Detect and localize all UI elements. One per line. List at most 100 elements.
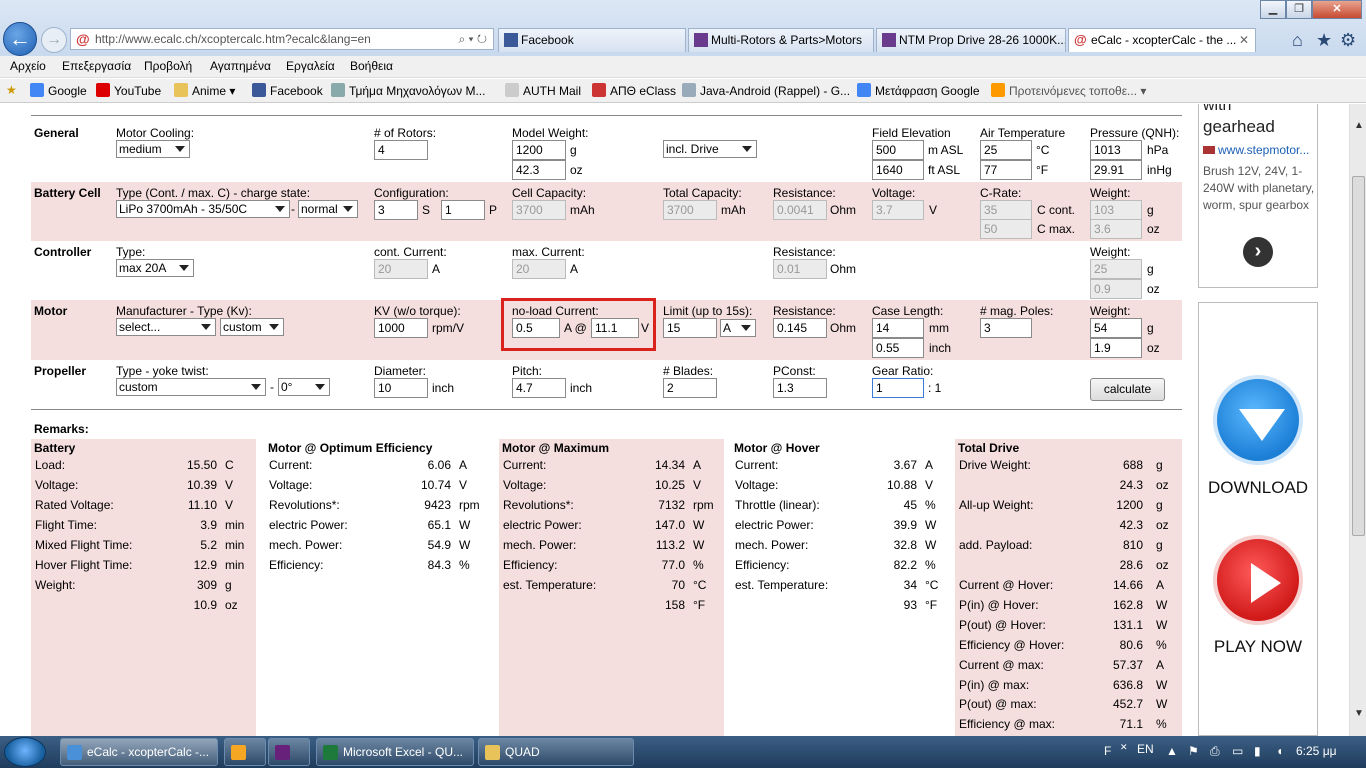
maximize-button[interactable]: ❐ [1286, 0, 1312, 19]
tab-facebook[interactable]: Facebook [498, 28, 686, 52]
model-weight-oz-input[interactable]: 42.3 [512, 160, 566, 180]
pitch-input[interactable]: 4.7 [512, 378, 566, 398]
network-flag-icon[interactable]: ⚑ [1188, 744, 1199, 758]
charge-state-select[interactable]: normal [298, 200, 358, 218]
case-length-inch-input[interactable]: 0.55 [872, 338, 924, 358]
menu-favorites[interactable]: Αγαπημένα [210, 59, 271, 73]
clock[interactable]: 6:25 μμ [1296, 744, 1337, 758]
tab-multirotors[interactable]: Multi-Rotors & Parts>Motors [688, 28, 874, 52]
pressure-inhg-input[interactable]: 29.91 [1090, 160, 1142, 180]
motor-weight-oz-input[interactable]: 1.9 [1090, 338, 1142, 358]
task-media[interactable] [224, 738, 266, 766]
scroll-up-icon[interactable]: ▲ [1354, 120, 1364, 131]
fav-meng[interactable]: Τμήμα Μηχανολόγων Μ... [331, 83, 485, 98]
yoke-twist-select[interactable]: 0° [278, 378, 330, 396]
play-circle-icon[interactable] [1213, 535, 1303, 625]
back-button[interactable]: ← [3, 22, 37, 56]
section-general: General [34, 126, 79, 140]
motor-resistance-input[interactable]: 0.145 [773, 318, 827, 338]
fav-suggested[interactable]: Προτεινόμενες τοποθε... ▾ [991, 83, 1146, 98]
close-tab-icon[interactable]: ✕ [1239, 29, 1249, 51]
menu-file[interactable]: Αρχείο [10, 59, 46, 73]
input-lang-f[interactable]: F [1104, 744, 1111, 758]
tab-ecalc[interactable]: @ eCalc - xcopterCalc - the ... ✕ [1068, 28, 1256, 52]
task-quad-folder[interactable]: QUAD [478, 738, 634, 766]
minimize-button[interactable]: ▁ [1260, 0, 1286, 19]
download-circle-icon[interactable] [1213, 375, 1303, 465]
download-label[interactable]: DOWNLOAD [1199, 478, 1317, 498]
blades-input[interactable]: 2 [663, 378, 717, 398]
task-excel[interactable]: Microsoft Excel - QU... [316, 738, 474, 766]
weight-mode-select[interactable]: incl. Drive [663, 140, 757, 158]
motor-type-select[interactable]: custom [220, 318, 284, 336]
start-button[interactable] [4, 737, 46, 767]
result-row: 93 °F [735, 598, 953, 614]
favorites-star-icon[interactable]: ★ [1316, 30, 1332, 51]
monitor-icon[interactable]: ▭ [1232, 744, 1243, 758]
fav-authmail[interactable]: AUTH Mail [505, 83, 581, 98]
tools-gear-icon[interactable]: ⚙ [1340, 30, 1356, 51]
home-icon[interactable]: ⌂ [1292, 30, 1303, 51]
result-unit: W [1156, 618, 1168, 632]
menu-help[interactable]: Βοήθεια [350, 59, 393, 73]
pconst-input[interactable]: 1.3 [773, 378, 827, 398]
field-elevation-m-input[interactable]: 500 [872, 140, 924, 160]
scroll-down-icon[interactable]: ▼ [1354, 708, 1364, 719]
fav-java-android[interactable]: Java-Android (Rappel) - G... [682, 83, 850, 98]
show-hidden-icons-icon[interactable]: ▲ [1166, 744, 1178, 758]
mag-poles-input[interactable]: 3 [980, 318, 1032, 338]
model-weight-g-input[interactable]: 1200 [512, 140, 566, 160]
pressure-hpa-input[interactable]: 1013 [1090, 140, 1142, 160]
result-label: All-up Weight: [959, 498, 1034, 512]
forward-button[interactable]: → [41, 27, 67, 53]
field-elevation-ft-input[interactable]: 1640 [872, 160, 924, 180]
motor-weight-g-input[interactable]: 54 [1090, 318, 1142, 338]
prop-type-select[interactable]: custom [116, 378, 266, 396]
air-temp-f-input[interactable]: 77 [980, 160, 1032, 180]
task-vs[interactable] [268, 738, 310, 766]
fav-google[interactable]: Google [30, 83, 87, 98]
motor-cooling-select[interactable]: medium [116, 140, 190, 158]
close-window-button[interactable]: ✕ [1312, 0, 1362, 19]
printer-icon[interactable]: ⎙ [1210, 744, 1220, 759]
menu-edit[interactable]: Επεξεργασία [62, 59, 131, 73]
fav-facebook[interactable]: Facebook [252, 83, 323, 98]
menu-view[interactable]: Προβολή [144, 59, 192, 73]
gear-ratio-input[interactable]: 1 [872, 378, 924, 398]
tab-ntm[interactable]: NTM Prop Drive 28-26 1000K... [876, 28, 1066, 52]
limit-input[interactable]: 15 [663, 318, 717, 338]
kv-input[interactable]: 1000 [374, 318, 428, 338]
battery-type-select[interactable]: LiPo 3700mAh - 35/50C [116, 200, 290, 218]
cells-p-input[interactable]: 1 [441, 200, 485, 220]
ad-stepmotor[interactable]: with gearhead www.stepmotor... Brush 12V… [1198, 104, 1318, 288]
result-value: 158 [664, 598, 685, 612]
volume-icon[interactable]: ◖ [1276, 744, 1283, 758]
rotors-input[interactable]: 4 [374, 140, 428, 160]
network-icon[interactable]: ▮ [1254, 744, 1261, 758]
calculate-button[interactable]: calculate [1090, 378, 1165, 401]
fav-anime[interactable]: Anime ▾ [174, 83, 235, 98]
task-ie[interactable]: eCalc - xcopterCalc -... [60, 738, 218, 766]
air-temp-c-input[interactable]: 25 [980, 140, 1032, 160]
input-lang-en[interactable]: EN [1137, 742, 1154, 756]
scroll-thumb[interactable] [1352, 176, 1365, 536]
menu-tools[interactable]: Εργαλεία [286, 59, 335, 73]
cells-s-input[interactable]: 3 [374, 200, 418, 220]
fav-youtube[interactable]: YouTube [96, 83, 161, 98]
controller-type-select[interactable]: max 20A [116, 259, 194, 277]
search-refresh-icons[interactable]: ⌕ ▾ ↻ [458, 29, 487, 49]
result-row: Weight: 309 g [35, 578, 253, 594]
limit-unit-select[interactable]: A [720, 319, 756, 337]
favorites-star-icon[interactable]: ★ [6, 83, 17, 97]
address-bar[interactable]: @ http://www.ecalc.ch/xcoptercalc.htm?ec… [70, 28, 494, 50]
vertical-scrollbar[interactable]: ▲ ▼ [1349, 104, 1366, 736]
case-length-mm-input[interactable]: 14 [872, 318, 924, 338]
ad-next-arrow-icon[interactable]: › [1243, 237, 1273, 267]
manufacturer-select[interactable]: select... [116, 318, 216, 336]
ad-link[interactable]: www.stepmotor... [1203, 143, 1309, 157]
play-label[interactable]: PLAY NOW [1199, 637, 1317, 657]
ad-download[interactable]: DOWNLOAD PLAY NOW [1198, 302, 1318, 736]
fav-translate[interactable]: Μετάφραση Google [857, 83, 980, 98]
fav-eclass[interactable]: ΑΠΘ eClass [592, 83, 676, 98]
diameter-input[interactable]: 10 [374, 378, 428, 398]
